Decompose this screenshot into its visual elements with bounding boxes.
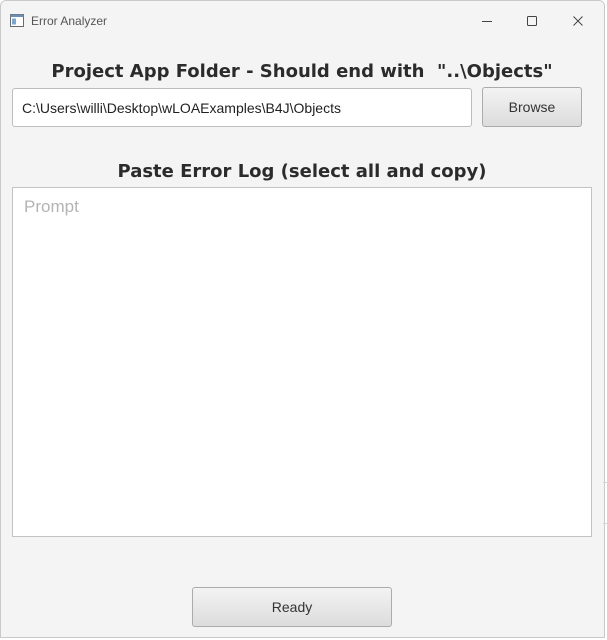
minimize-button[interactable] xyxy=(465,7,509,35)
maximize-icon xyxy=(527,16,537,26)
app-window: Error Analyzer Project App Folder - Shou… xyxy=(0,0,605,638)
project-folder-heading: Project App Folder - Should end with "..… xyxy=(51,61,553,82)
error-log-textarea[interactable] xyxy=(12,187,592,537)
project-folder-input[interactable] xyxy=(12,88,472,127)
window-title: Error Analyzer xyxy=(31,14,108,28)
browse-button[interactable]: Browse xyxy=(482,87,582,127)
minimize-icon xyxy=(482,21,492,22)
error-log-heading: Paste Error Log (select all and copy) xyxy=(117,161,487,182)
title-bar[interactable]: Error Analyzer xyxy=(1,1,604,41)
app-icon xyxy=(10,14,24,27)
maximize-button[interactable] xyxy=(510,7,554,35)
close-button[interactable] xyxy=(556,7,600,35)
background-window-edge xyxy=(603,482,607,524)
close-icon xyxy=(573,16,583,26)
ready-button[interactable]: Ready xyxy=(192,587,392,627)
